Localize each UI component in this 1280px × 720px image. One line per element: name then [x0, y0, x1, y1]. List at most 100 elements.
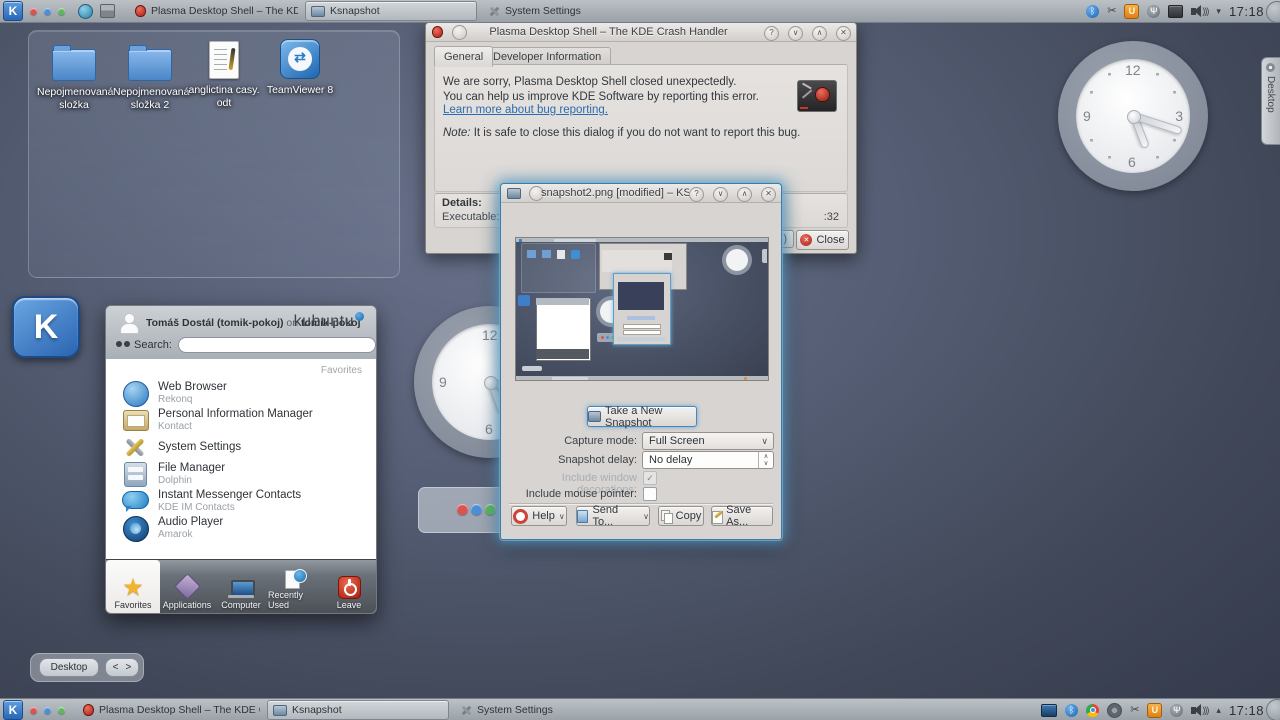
folder-view-widget[interactable]: Nepojmenovaná složka Nepojmenovaná složk… — [28, 30, 400, 278]
preview-shape — [618, 282, 664, 310]
taskbar-item-system-settings[interactable]: System Settings — [456, 701, 656, 719]
desktop-icon-label: Nepojmenovaná složka — [37, 86, 111, 111]
chevron-right-icon[interactable]: > — [126, 662, 132, 673]
tray-expand-icon[interactable]: ▾ — [1216, 7, 1221, 16]
taskbar-item-crash-handler[interactable]: Plasma Desktop Shell – The KDE Crash Han… — [78, 701, 260, 719]
bluetooth-icon[interactable]: ᛒ — [1086, 5, 1099, 18]
printer-tray-icon[interactable] — [1168, 5, 1183, 18]
save-as-button[interactable]: Save As... — [711, 506, 773, 526]
panel-cashew-icon[interactable] — [1266, 699, 1280, 720]
desktop-icon-document[interactable]: anglictina casy. odt — [187, 39, 261, 109]
menu-item-im-contacts[interactable]: Instant Messenger Contacts KDE IM Contac… — [106, 488, 376, 515]
device-notifier-icon[interactable]: Ψ — [1147, 5, 1160, 18]
tab-computer[interactable]: Computer — [214, 560, 268, 613]
red-activity-dot[interactable] — [30, 8, 37, 15]
bluetooth-icon[interactable]: ᛒ — [1065, 704, 1078, 717]
minimize-window-button[interactable]: ∨ — [788, 26, 803, 41]
orange-tray-icon[interactable]: U — [1147, 703, 1162, 718]
capture-mode-select[interactable]: Full Screen ∨ — [642, 432, 774, 450]
crashed-app-icon — [797, 80, 837, 112]
blue-activity-dot[interactable] — [44, 8, 51, 15]
kde-menu-icon[interactable]: K — [3, 700, 23, 720]
close-window-button[interactable]: ✕ — [761, 187, 776, 202]
preview-shape — [617, 337, 665, 341]
device-notifier-icon[interactable]: Ψ — [1170, 704, 1183, 717]
kde-launcher-button[interactable]: K — [12, 296, 80, 358]
bug-reporting-link[interactable]: Learn more about bug reporting. — [443, 104, 608, 116]
menu-item-title: Instant Messenger Contacts — [158, 489, 301, 501]
system-tray: ᛒ ✂ U Ψ ))) ▾ 17:18 — [1086, 0, 1278, 22]
maximize-window-button[interactable]: ∧ — [737, 187, 752, 202]
help-window-button[interactable]: ? — [764, 26, 779, 41]
send-to-button[interactable]: Send To... ∨ — [576, 506, 650, 526]
chevron-left-icon[interactable]: < — [113, 662, 119, 673]
tab-applications[interactable]: Applications — [160, 560, 214, 613]
check-icon: ✓ — [646, 474, 654, 483]
digital-clock[interactable]: 17:18 — [1229, 4, 1264, 19]
system-settings-icon — [489, 6, 500, 17]
taskbar-item-crash-handler[interactable]: Plasma Desktop Shell – The KDE Crash H — [130, 2, 298, 20]
spin-arrows[interactable]: ∧∨ — [758, 452, 773, 468]
tab-leave[interactable]: Leave — [322, 560, 376, 613]
minimize-window-button[interactable]: ∨ — [713, 187, 728, 202]
help-window-button[interactable]: ? — [689, 187, 704, 202]
menu-item-web-browser[interactable]: Web Browser Rekonq — [106, 380, 376, 407]
round-tray-icon[interactable] — [1107, 703, 1122, 718]
include-decorations-checkbox: ✓ — [643, 471, 657, 485]
volume-icon[interactable]: ))) — [1191, 704, 1208, 716]
crash-line2: You can help us improve KDE Software by … — [443, 91, 759, 103]
chrome-icon[interactable] — [1086, 704, 1099, 717]
close-dialog-button[interactable]: ✕ Close — [796, 230, 849, 250]
take-new-snapshot-button[interactable]: Take a New Snapshot — [587, 406, 697, 427]
desktop-icon-folder1[interactable]: Nepojmenovaná složka — [37, 43, 111, 111]
analog-clock-widget-right[interactable]: 12 3 6 9 — [1058, 41, 1208, 191]
copy-button[interactable]: Copy — [658, 506, 704, 526]
crash-titlebar[interactable]: Plasma Desktop Shell – The KDE Crash Han… — [426, 23, 856, 42]
taskbar-item-system-settings[interactable]: System Settings — [484, 2, 684, 20]
klipper-scissors-icon[interactable]: ✂ — [1107, 6, 1116, 17]
desktop-icon-label: Nepojmenovaná složka 2 — [113, 86, 187, 111]
red-activity-dot[interactable] — [30, 707, 37, 714]
kde-menu-icon[interactable]: K — [3, 1, 23, 21]
green-activity-dot[interactable] — [58, 8, 65, 15]
leave-power-icon — [338, 576, 361, 599]
tray-expand-icon[interactable]: ▴ — [1216, 706, 1221, 715]
pager-nav-buttons[interactable]: < > — [105, 658, 139, 677]
display-tray-icon[interactable] — [1041, 704, 1057, 717]
menu-item-file-manager[interactable]: File Manager Dolphin — [106, 461, 376, 488]
clock-face: 12 3 6 9 — [1076, 59, 1190, 173]
include-pointer-checkbox[interactable] — [643, 487, 657, 501]
tab-favorites[interactable]: ★ Favorites — [106, 560, 160, 613]
taskbar-item-ksnapshot[interactable]: Ksnapshot — [267, 700, 449, 720]
ksnapshot-titlebar[interactable]: snapshot2.png [modified] – KSnapshot <S>… — [501, 184, 781, 203]
snapshot-delay-spinbox[interactable]: No delay ∧∨ — [642, 451, 774, 469]
tab-label: Recently Used — [268, 590, 322, 610]
desktop-icon-teamviewer[interactable]: TeamViewer 8 — [263, 39, 337, 97]
tab-recently-used[interactable]: Recently Used — [268, 560, 322, 613]
digital-clock[interactable]: 17:18 — [1229, 703, 1264, 718]
quicklaunch-icon-2[interactable] — [100, 4, 115, 18]
green-activity-dot[interactable] — [58, 707, 65, 714]
tab-general[interactable]: General — [434, 46, 493, 67]
volume-icon[interactable]: ))) — [1191, 5, 1208, 17]
klipper-scissors-icon[interactable]: ✂ — [1130, 705, 1139, 716]
preview-shape — [557, 250, 565, 259]
pid-text-fragment: :32 — [824, 211, 839, 223]
close-window-button[interactable]: ✕ — [836, 26, 851, 41]
search-input[interactable] — [178, 337, 376, 353]
desktop-icon-folder2[interactable]: Nepojmenovaná složka 2 — [113, 43, 187, 111]
blue-activity-dot[interactable] — [44, 707, 51, 714]
kubuntu-sphere-icon — [355, 312, 364, 321]
taskbar-item-ksnapshot[interactable]: Ksnapshot — [305, 1, 477, 21]
help-button[interactable]: Help ∨ — [511, 506, 567, 526]
menu-item-system-settings[interactable]: System Settings — [106, 434, 376, 461]
pager-desktop-button[interactable]: Desktop — [39, 658, 99, 677]
menu-item-pim[interactable]: Personal Information Manager Kontact — [106, 407, 376, 434]
maximize-window-button[interactable]: ∧ — [812, 26, 827, 41]
desktop-side-tab[interactable]: Desktop — [1261, 57, 1280, 145]
quicklaunch-icon-1[interactable] — [78, 4, 93, 19]
menu-item-audio-player[interactable]: Audio Player Amarok — [106, 515, 376, 542]
menu-item-subtitle: Kontact — [158, 421, 192, 432]
bubble-tail — [126, 506, 132, 512]
orange-tray-icon[interactable]: U — [1124, 4, 1139, 19]
